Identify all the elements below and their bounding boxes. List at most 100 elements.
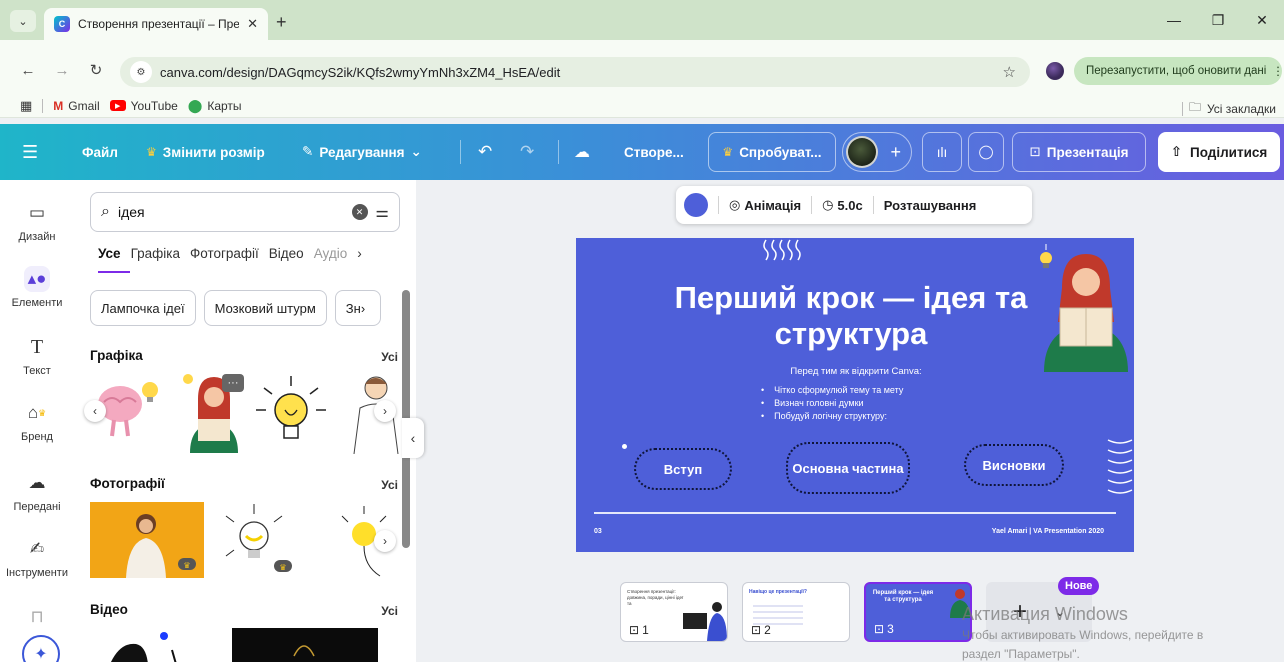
restore-icon[interactable]: ❐ (1196, 0, 1240, 40)
browser-tab-active[interactable]: C Створення презентації – Презентація ✕ (44, 8, 268, 40)
redo-button[interactable]: ↷ (520, 124, 534, 180)
all-bookmarks[interactable]: 🗀 Усі закладки (1181, 98, 1276, 119)
minimize-icon[interactable]: — (1152, 0, 1196, 40)
avatar[interactable] (846, 136, 878, 168)
pill-intro[interactable]: Вступ (634, 448, 732, 490)
notes-icon: ⊡ (629, 623, 640, 637)
close-tab-icon[interactable]: ✕ (247, 16, 258, 32)
collapse-panel-button[interactable]: ‹ (402, 418, 424, 458)
photo-paper-bulb[interactable]: ♛ (216, 498, 292, 580)
clear-search-icon[interactable]: ✕ (351, 204, 368, 220)
magic-assistant-icon[interactable]: ✦ (22, 635, 60, 662)
more-options-icon[interactable]: ··· (222, 374, 244, 392)
chip-idea-bulb[interactable]: Лампочка ідеї (90, 290, 196, 326)
slide-bullets[interactable]: Чітко сформулюй тему та мету Визнач голо… (761, 384, 903, 423)
back-button[interactable]: ← (16, 58, 40, 82)
crown-icon: ♛ (722, 145, 734, 159)
profile-avatar[interactable] (1046, 62, 1064, 80)
apps-grid-icon[interactable]: ▦ (20, 98, 32, 114)
tab-graphics[interactable]: Графіка (131, 246, 180, 261)
insights-button[interactable]: ılı (922, 132, 962, 172)
tab-photos[interactable]: Фотографії (190, 246, 259, 261)
slide-intro[interactable]: Перед тим як відкрити Canva: (756, 366, 956, 377)
reload-button[interactable]: ↻ (84, 58, 108, 82)
editing-mode-button[interactable]: ✎ Редагування ⌄ (302, 124, 422, 180)
new-badge: Нове (1058, 577, 1100, 595)
bookmark-gmail[interactable]: M Gmail (53, 99, 99, 113)
new-tab-button[interactable]: + (276, 12, 287, 33)
suggestion-chips: Лампочка ідеї Мозковий штурм Зн › (90, 290, 381, 326)
bookmark-label: YouTube (130, 98, 178, 113)
close-window-icon[interactable]: ✕ (1240, 0, 1284, 40)
rail-item-tools[interactable]: ✍ Інструменти (0, 536, 74, 579)
share-button[interactable]: ⇧ Поділитися (1158, 132, 1280, 172)
relaunch-update-button[interactable]: Перезапустити, щоб оновити дані ⋮ (1074, 57, 1284, 85)
slide-title[interactable]: Перший крок — ідея та структура (656, 280, 1046, 352)
main-menu-icon[interactable]: ☰ (22, 124, 38, 180)
see-all-graphics[interactable]: Усі (381, 350, 398, 364)
rail-item-text[interactable]: T Текст (0, 334, 74, 378)
background-color-button[interactable] (684, 193, 708, 217)
graphic-line-bulb[interactable] (252, 372, 330, 454)
tab-all[interactable]: Усе (98, 246, 130, 273)
video-thumb-2[interactable] (232, 628, 378, 662)
rail-item-uploads[interactable]: ☁ Передані (0, 470, 74, 513)
file-menu-button[interactable]: Файл (82, 124, 118, 180)
omnibox[interactable]: ⚙ canva.com/design/DAGqmcyS2ik/KQfs2wmyY… (120, 57, 1030, 87)
next-photos-icon[interactable]: › (374, 530, 396, 552)
prev-graphics-icon[interactable]: ‹ (84, 400, 106, 422)
paper-bulb-photo: ♛ (225, 504, 292, 572)
rail-item-brand[interactable]: ⌂ ♛ Бренд (0, 400, 74, 443)
upload-icon: ⇧ (1170, 144, 1183, 159)
tab-audio[interactable]: Аудіо (314, 246, 348, 261)
photo-woman-yellow[interactable]: ♛ (90, 502, 204, 578)
pill-conclusions[interactable]: Висновки (964, 444, 1064, 486)
forward-button[interactable]: → (50, 58, 74, 82)
chip-more[interactable]: Зн › (334, 290, 381, 326)
tab-search-button[interactable]: ⌄ (10, 10, 36, 32)
girl-reading-illustration[interactable] (1030, 242, 1130, 372)
toolbar-divider (872, 196, 874, 214)
browser-tabstrip: ⌄ C Створення презентації – Презентація … (0, 0, 1284, 40)
search-input[interactable] (117, 204, 344, 220)
present-button[interactable]: ⊡ Презентація (1012, 132, 1146, 172)
site-info-icon[interactable]: ⚙ (130, 61, 152, 83)
bookmark-youtube[interactable]: ▶ YouTube (109, 98, 178, 113)
see-all-photos[interactable]: Усі (381, 478, 398, 492)
cloud-saved-icon[interactable]: ☁ (574, 124, 590, 180)
video-thumb-1[interactable] (104, 624, 194, 662)
bookmark-maps[interactable]: ⬤ Карты (188, 98, 242, 114)
page-thumb-2[interactable]: Навіщо це презентації? ⊡ 2 (742, 582, 850, 642)
comments-button[interactable]: ◯ (968, 132, 1004, 172)
resize-button[interactable]: ♛ Змінити розмір (146, 124, 265, 180)
rail-item-elements[interactable]: ▴● Елементи (0, 266, 74, 309)
duration-button[interactable]: ◷ 5.0с (822, 197, 863, 213)
bookmark-star-icon[interactable]: ☆ (1003, 63, 1016, 81)
page-thumb-3[interactable]: Перший крок — ідея та структура ⊡ 3 (864, 582, 972, 642)
url-text[interactable]: canva.com/design/DAGqmcyS2ik/KQfs2wmyYmN… (160, 65, 560, 80)
chevron-right-icon[interactable]: › (357, 246, 362, 261)
next-graphics-icon[interactable]: › (374, 400, 396, 422)
tab-video[interactable]: Відео (269, 246, 304, 261)
search-box[interactable]: ⌕ ✕ ⚌ (90, 192, 400, 232)
slide-number[interactable]: 03 (594, 528, 602, 535)
pill-main-part[interactable]: Основна частина (786, 442, 910, 494)
chip-brainstorm[interactable]: Мозковий штурм (203, 290, 327, 326)
filter-icon[interactable]: ⚌ (376, 203, 389, 221)
try-pro-button[interactable]: ♛ Спробуват... (708, 132, 836, 172)
page-thumb-1[interactable]: Створення презентації: довжина, поради, … (620, 582, 728, 642)
more-menu-icon[interactable]: ⋮ (1272, 64, 1284, 78)
position-button[interactable]: Розташування (884, 198, 977, 213)
brand-icon: ⌂ ♛ (27, 403, 47, 422)
slide-canvas[interactable]: Перший крок — ідея та структура Перед ти… (576, 238, 1134, 552)
animation-button[interactable]: ◎ Анімація (729, 197, 801, 213)
svg-text:♛: ♛ (183, 561, 190, 570)
bullet-item: Чітко сформулюй тему та мету (761, 384, 903, 397)
document-title[interactable]: Створе... (624, 124, 684, 180)
undo-button[interactable]: ↶ (478, 124, 492, 180)
rail-label: Елементи (11, 297, 63, 309)
rail-item-design[interactable]: ▭ Дизайн (0, 200, 74, 243)
slide-footer[interactable]: Yael Amari | VA Presentation 2020 (992, 528, 1104, 535)
rail-item-more[interactable]: ⊓ (0, 604, 74, 630)
see-all-video[interactable]: Усі (381, 604, 398, 618)
